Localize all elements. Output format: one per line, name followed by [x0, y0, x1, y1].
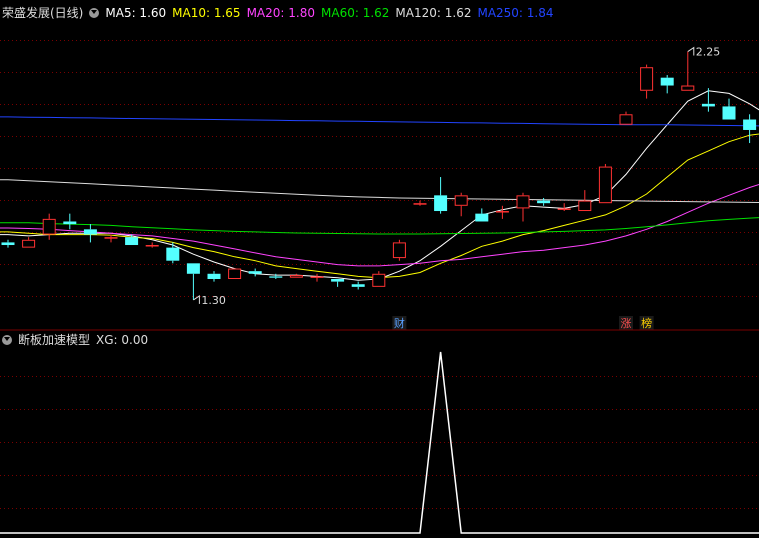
ma-legend-item: MA120: 1.62: [395, 6, 472, 20]
indicator-menu-icon[interactable]: [2, 335, 12, 345]
candle: [619, 111, 633, 125]
annotation-arrow: [687, 46, 695, 56]
annotation-arrow: [193, 294, 200, 304]
event-marker[interactable]: 榜: [641, 316, 652, 330]
candle: [248, 268, 262, 277]
sub-chart-header: 断板加速模型 XG: 0.00: [2, 333, 154, 347]
candle: [186, 263, 200, 300]
candle: [83, 224, 97, 243]
candle: [743, 114, 757, 144]
candle: [42, 213, 56, 240]
ma-line-ma10: [0, 132, 759, 279]
candle: [578, 190, 592, 212]
xg-signal-line: [0, 351, 759, 534]
candle: [475, 208, 489, 222]
candle: [495, 205, 509, 219]
candle: [310, 273, 324, 282]
price-annotation: 2.25: [696, 46, 721, 59]
candle: [289, 273, 303, 278]
event-marker[interactable]: 财: [394, 316, 405, 330]
candle: [228, 268, 242, 280]
candle: [372, 271, 386, 287]
candle: [681, 51, 695, 91]
sub-panel-grid: [0, 376, 759, 509]
ma-legend-item: MA250: 1.84: [477, 6, 554, 20]
candle: [434, 177, 448, 214]
candle: [537, 197, 551, 206]
candle: [722, 98, 736, 120]
indicator-name: 断板加速模型: [18, 333, 91, 347]
indicator-value: XG: 0.00: [96, 333, 149, 347]
candlesticks: [1, 51, 757, 300]
candle: [516, 192, 530, 222]
candle: [1, 239, 15, 248]
stock-title: 荣盛发展(日线): [2, 6, 84, 20]
candle: [598, 163, 612, 204]
candle: [454, 192, 468, 217]
ma-line-ma250: [0, 116, 759, 127]
candle: [145, 242, 159, 248]
price-annotation: 1.30: [201, 294, 226, 307]
candle: [392, 239, 406, 261]
ma-legend-item: MA20: 1.80: [246, 6, 315, 20]
indicator-menu-icon[interactable]: [89, 8, 100, 18]
ma-line-ma60: [0, 216, 759, 235]
candle: [63, 213, 77, 230]
ma-line-ma120: [0, 179, 759, 204]
candle: [331, 279, 345, 287]
main-chart-header: 荣盛发展(日线) MA5: 1.60 MA10: 1.65 MA20: 1.80 MA6…: [2, 6, 566, 20]
candle: [351, 281, 365, 290]
stock-chart: 1.30 2.25 财 涨榜: [0, 40, 759, 534]
moving-average-lines: [0, 90, 759, 281]
ma-legend-item: MA5: 1.60: [105, 6, 167, 20]
candle: [413, 200, 427, 206]
candle: [166, 242, 180, 264]
candle: [207, 271, 221, 282]
ma-line-ma5: [0, 90, 759, 281]
candle: [22, 237, 36, 248]
indicator-signal: [0, 351, 759, 534]
candle: [125, 234, 139, 246]
candle: [640, 64, 654, 99]
ma-legend-item: MA60: 1.62: [321, 6, 390, 20]
ma-line-ma20: [0, 180, 759, 267]
ma-legend: MA5: 1.60 MA10: 1.65 MA20: 1.80 MA60: 1.62 M…: [105, 6, 559, 20]
ma-legend-item: MA10: 1.65: [172, 6, 241, 20]
candle: [660, 75, 674, 94]
event-marker[interactable]: 涨: [621, 317, 632, 330]
